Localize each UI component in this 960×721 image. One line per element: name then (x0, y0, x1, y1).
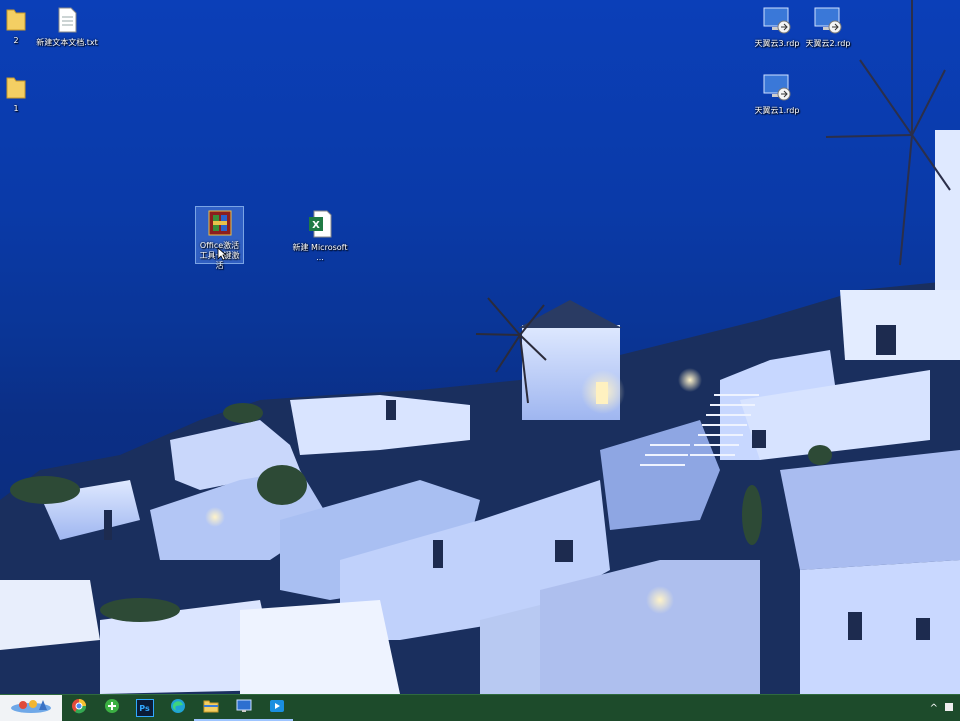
system-tray: ^ (930, 702, 960, 715)
taskbar: Ps ^ (0, 694, 960, 721)
office-activator-icon (196, 207, 243, 241)
desktop-wallpaper (0, 0, 960, 694)
desktop-icon-rdp-1[interactable]: 天翼云1.rdp (745, 72, 809, 116)
taskbar-photoshop[interactable]: Ps (128, 695, 161, 721)
edge-icon (170, 698, 186, 718)
green-app-icon (104, 698, 120, 718)
start-logo-icon (7, 697, 55, 719)
remote-desktop-file-icon (745, 72, 809, 106)
remote-desktop-icon (236, 698, 252, 717)
tray-app-icon[interactable] (944, 702, 954, 715)
desktop-icon-folder-1[interactable]: 1 (0, 74, 48, 114)
desktop-icon-text-file[interactable]: 新建文本文档.txt (35, 6, 99, 48)
taskbar-video-app[interactable] (260, 695, 293, 721)
video-app-icon (269, 698, 285, 717)
desktop-icon-rdp-2[interactable]: 天翼云2.rdp (796, 5, 860, 49)
taskbar-browser[interactable] (62, 695, 95, 721)
taskbar-remote-desktop[interactable] (227, 695, 260, 721)
excel-icon: X (288, 209, 352, 243)
photoshop-icon: Ps (135, 699, 154, 717)
remote-desktop-file-icon (796, 5, 860, 39)
text-file-icon (35, 6, 99, 38)
desktop-icon-excel-file[interactable]: X 新建 Microsoft ... (288, 209, 352, 263)
tray-overflow-chevron-icon[interactable]: ^ (930, 703, 938, 714)
taskbar-edge[interactable] (161, 695, 194, 721)
file-explorer-icon (203, 698, 219, 717)
taskbar-file-explorer[interactable] (194, 695, 227, 721)
browser-icon (71, 698, 87, 718)
start-button[interactable] (0, 695, 62, 721)
mouse-cursor-icon (217, 246, 228, 265)
santorini-night-scene (0, 0, 960, 694)
folder-icon (0, 74, 48, 104)
svg-text:X: X (312, 220, 320, 231)
taskbar-green-app[interactable] (95, 695, 128, 721)
